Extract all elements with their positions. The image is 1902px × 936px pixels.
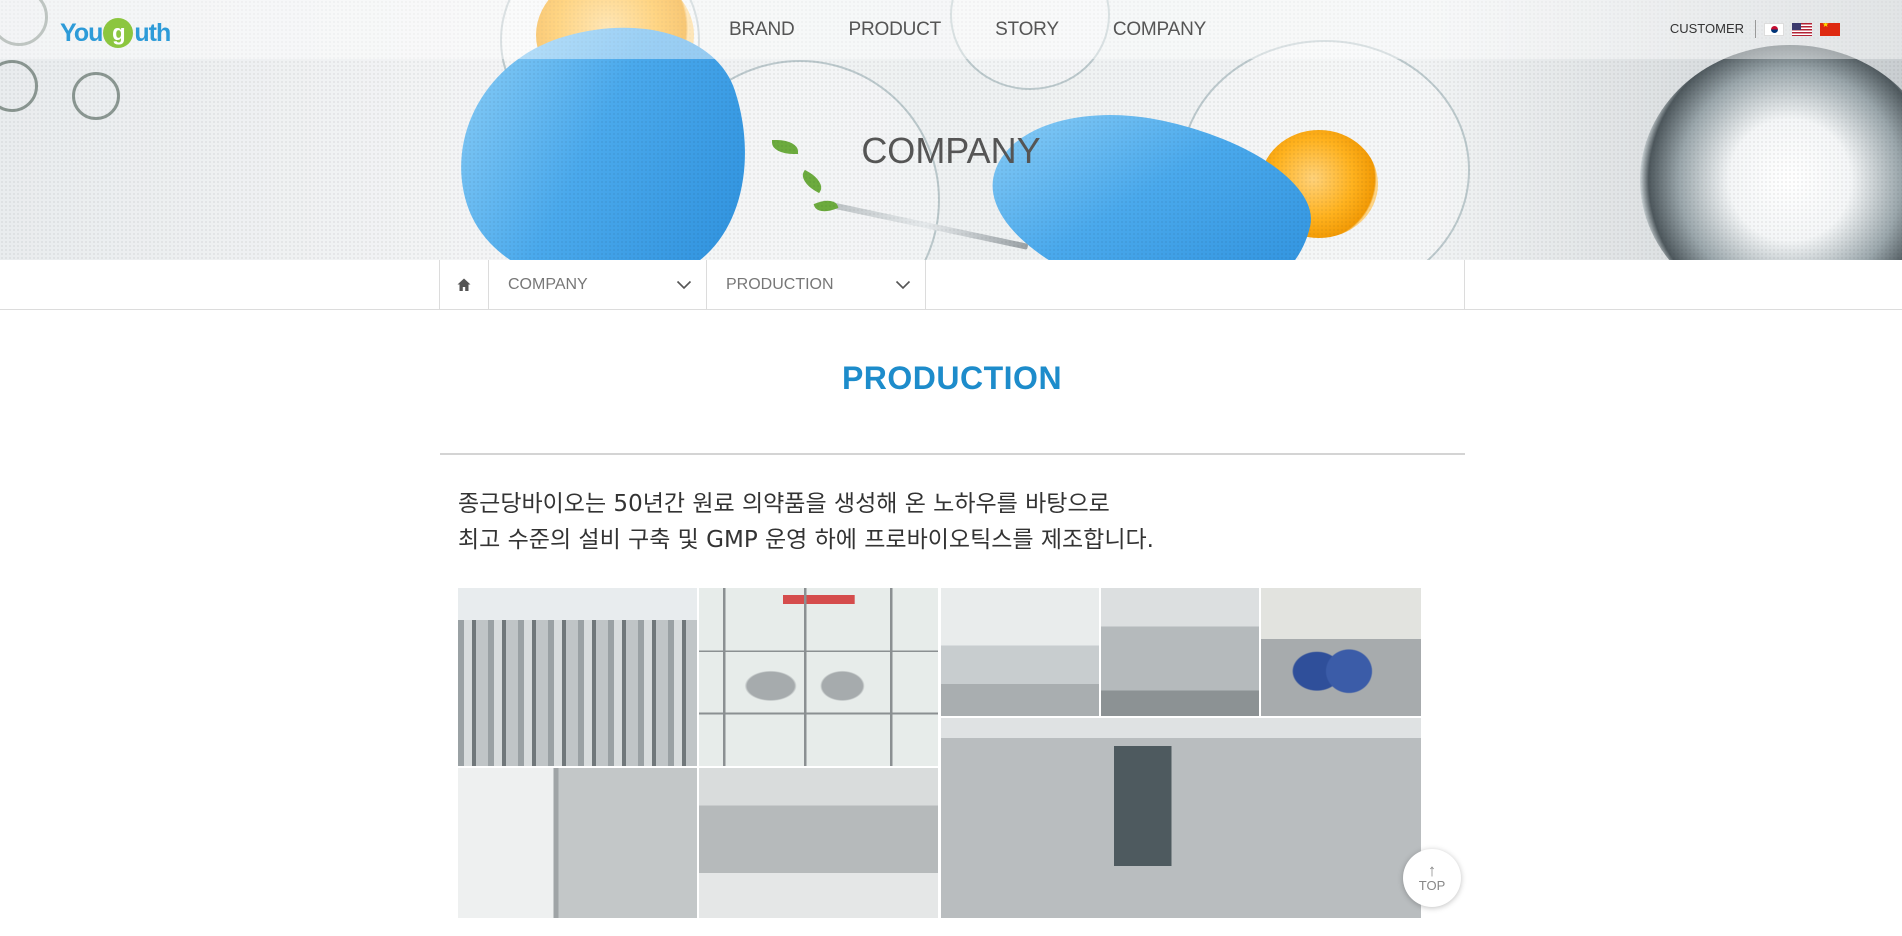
scroll-top-button[interactable]: ↑ TOP xyxy=(1403,849,1461,907)
divider xyxy=(440,453,1465,455)
production-gallery xyxy=(458,588,1421,918)
breadcrumb-dropdown-company[interactable]: COMPANY xyxy=(489,260,707,309)
intro-line: 종근당바이오는 50년간 원료 의약품을 생성해 온 노하우를 바탕으로 xyxy=(458,491,1110,517)
production-photo-control-panel xyxy=(699,588,938,766)
arrow-up-icon: ↑ xyxy=(1427,860,1437,880)
breadcrumb: COMPANY PRODUCTION xyxy=(439,260,1465,309)
intro-line: 최고 수준의 설비 구축 및 GMP 운영 하에 프로바이오틱스를 제조합니다. xyxy=(458,527,1154,553)
logo-mark-icon: g xyxy=(103,18,134,48)
production-photo-centrifuge xyxy=(1261,588,1421,716)
breadcrumb-dropdown-production[interactable]: PRODUCTION xyxy=(707,260,926,309)
production-photo-fermenters xyxy=(699,768,938,918)
top-label: TOP xyxy=(1418,877,1446,893)
customer-link[interactable]: CUSTOMER xyxy=(1670,20,1756,38)
home-button[interactable] xyxy=(440,260,489,309)
logo-text-you: You xyxy=(60,18,103,47)
chevron-down-icon xyxy=(895,280,911,289)
logo[interactable]: You g uth xyxy=(60,16,171,50)
main-nav: BRAND PRODUCT STORY COMPANY xyxy=(729,16,1260,44)
flag-usa-icon[interactable] xyxy=(1792,22,1812,36)
hero-title: COMPANY xyxy=(861,130,1041,171)
production-photo-mixer xyxy=(1101,588,1259,716)
nav-brand[interactable]: BRAND xyxy=(729,16,795,44)
production-photo-equipment xyxy=(941,588,1099,716)
nav-story[interactable]: STORY xyxy=(995,16,1059,44)
breadcrumb-label-company: COMPANY xyxy=(508,275,588,293)
nav-company[interactable]: COMPANY xyxy=(1113,16,1206,44)
intro-text: 종근당바이오는 50년간 원료 의약품을 생성해 온 노하우를 바탕으로 최고 … xyxy=(458,486,1458,558)
utility-menu: CUSTOMER xyxy=(1670,20,1840,38)
breadcrumb-bar: COMPANY PRODUCTION xyxy=(0,260,1902,310)
chevron-down-icon xyxy=(676,280,692,289)
production-photo-tank-room xyxy=(458,588,697,766)
page-title: PRODUCTION xyxy=(841,360,1063,396)
home-icon xyxy=(457,278,471,291)
nav-product[interactable]: PRODUCT xyxy=(849,16,942,44)
flag-korea-icon[interactable] xyxy=(1764,22,1784,36)
flag-china-icon[interactable] xyxy=(1820,22,1840,36)
production-photo-water-system xyxy=(941,718,1421,918)
logo-text-uth: uth xyxy=(134,18,171,47)
breadcrumb-label-production: PRODUCTION xyxy=(726,275,834,293)
production-photo-freeze-dryer xyxy=(458,768,697,918)
